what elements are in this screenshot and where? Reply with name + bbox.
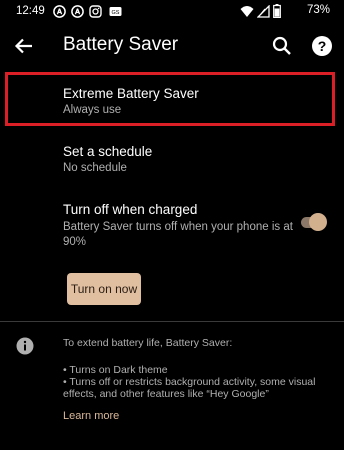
notification-a-icon bbox=[71, 5, 84, 18]
status-time: 12:49 bbox=[16, 5, 45, 17]
turn-off-when-charged-item[interactable]: Turn off when charged Battery Saver turn… bbox=[0, 198, 344, 258]
svg-text:?: ? bbox=[318, 38, 327, 54]
turn-off-when-charged-toggle[interactable] bbox=[297, 213, 329, 231]
set-schedule-title: Set a schedule bbox=[63, 144, 153, 159]
battery-percent: 73% bbox=[306, 4, 330, 16]
turn-on-now-button[interactable]: Turn on now bbox=[67, 273, 141, 305]
footer-bullet-continued: effects, and other features like “Hey Go… bbox=[63, 388, 269, 400]
footer-bullet: • Turns off or restricts background acti… bbox=[63, 376, 316, 388]
system-status-icons: 73% bbox=[240, 4, 330, 20]
set-schedule-item[interactable]: Set a schedule No schedule bbox=[0, 138, 344, 186]
set-schedule-summary: No schedule bbox=[63, 162, 127, 174]
help-button[interactable]: ? bbox=[310, 34, 334, 58]
status-bar: 12:49 GS 73% bbox=[0, 0, 344, 24]
extreme-battery-saver-summary: Always use bbox=[63, 104, 122, 116]
learn-more-link[interactable]: Learn more bbox=[63, 410, 119, 422]
turn-off-when-charged-summary: Battery Saver turns off when your phone … bbox=[63, 221, 293, 248]
footer-bullet: • Turns on Dark theme bbox=[63, 364, 168, 376]
battery-icon bbox=[273, 4, 281, 21]
app-bar: Battery Saver ? bbox=[0, 26, 344, 66]
search-button[interactable] bbox=[270, 34, 294, 58]
svg-text:GS: GS bbox=[112, 10, 120, 16]
cellular-icon bbox=[256, 4, 270, 21]
search-icon bbox=[272, 36, 291, 55]
turn-off-when-charged-title: Turn off when charged bbox=[63, 202, 198, 217]
back-button[interactable] bbox=[12, 34, 36, 58]
toggle-thumb bbox=[309, 213, 327, 231]
instagram-icon bbox=[89, 5, 102, 18]
wifi-icon bbox=[240, 5, 254, 21]
info-icon bbox=[16, 337, 34, 355]
notification-a-icon bbox=[53, 5, 66, 18]
extreme-battery-saver-title: Extreme Battery Saver bbox=[63, 86, 199, 101]
footer-intro: To extend battery life, Battery Saver: bbox=[63, 337, 233, 349]
extreme-battery-saver-item[interactable]: Extreme Battery Saver Always use bbox=[0, 72, 344, 129]
help-icon: ? bbox=[312, 36, 332, 56]
arrow-back-icon bbox=[14, 38, 32, 54]
divider bbox=[0, 321, 344, 322]
gallery-icon: GS bbox=[109, 5, 122, 18]
page-title: Battery Saver bbox=[63, 34, 179, 55]
